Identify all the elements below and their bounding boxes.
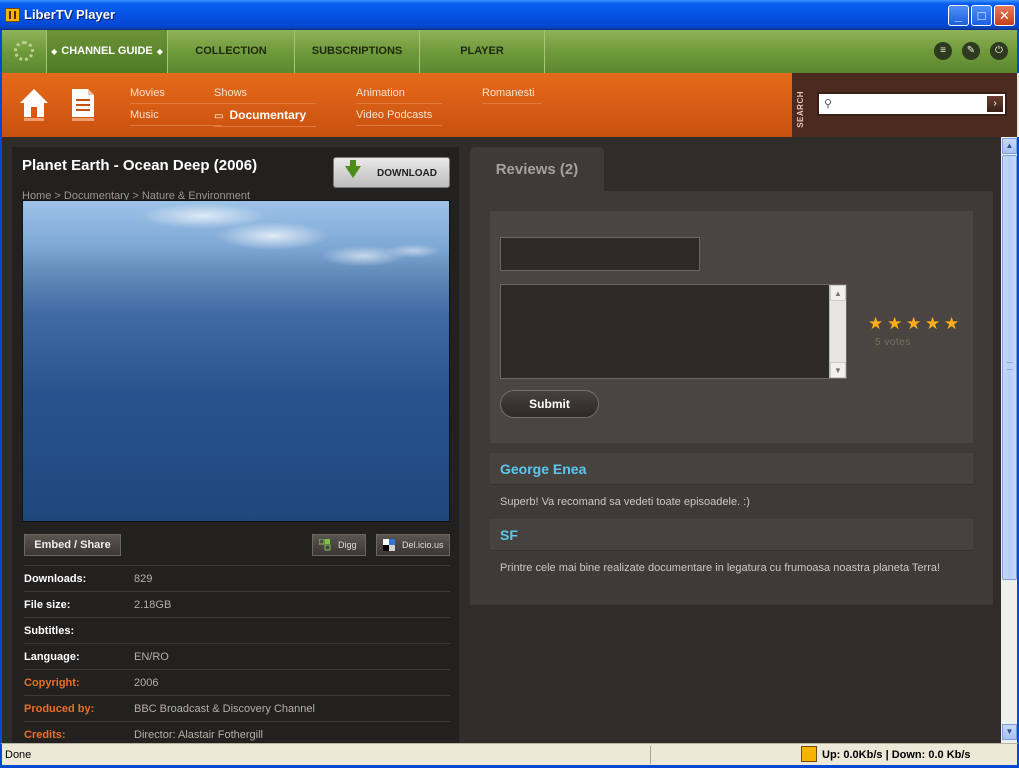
document-icon[interactable]	[70, 87, 96, 121]
scroll-down-icon[interactable]: ▼	[830, 362, 846, 378]
meta-row-subtitles: Subtitles:	[24, 617, 450, 643]
item-thumbnail	[22, 200, 450, 522]
status-bar: Done Up: 0.0Kb/s | Down: 0.0 Kb/s	[0, 743, 1019, 768]
delicious-icon	[383, 539, 395, 551]
maximize-button[interactable]: □	[971, 5, 992, 26]
minimize-button[interactable]: _	[948, 5, 969, 26]
arrow-right-icon: ◆	[156, 47, 163, 56]
review-name-input[interactable]	[500, 237, 700, 271]
category-music[interactable]: Music	[130, 109, 222, 126]
scroll-up-icon[interactable]: ▲	[830, 285, 846, 301]
transfer-rates: Up: 0.0Kb/s | Down: 0.0 Kb/s	[822, 749, 971, 761]
search-area: SEARCH ⚲ ›	[792, 73, 1017, 137]
category-animation[interactable]: Animation	[356, 87, 442, 104]
meta-row-copyright: Copyright: 2006	[24, 669, 450, 695]
scroll-up-icon[interactable]: ▲	[1002, 138, 1017, 154]
review-author-header: SF	[490, 519, 973, 551]
search-input[interactable]	[839, 96, 985, 112]
embed-share-button[interactable]: Embed / Share	[24, 534, 121, 556]
tab-player[interactable]: PLAYER	[420, 30, 545, 73]
category-bar: Movies Music Shows ▭ Documentary Animatio…	[0, 73, 792, 137]
loading-spinner-icon	[14, 41, 34, 61]
rating-stars[interactable]: ★ ★ ★ ★ ★	[868, 315, 964, 333]
page-scrollbar[interactable]: ▲ ▼	[1001, 137, 1019, 743]
window-title-bar[interactable]: LiberTV Player _ □ ✕	[0, 0, 1019, 30]
review-text: Printre cele mai bine realizate document…	[500, 562, 941, 574]
power-icon[interactable]: ⏻	[990, 42, 1008, 60]
search-go-button[interactable]: ›	[987, 96, 1003, 112]
star-icon[interactable]: ★	[868, 315, 885, 332]
review-form: ▲ ▼ Submit ★ ★ ★ ★ ★ 5 votes	[490, 211, 973, 443]
tab-collection[interactable]: COLLECTION	[168, 30, 295, 73]
digg-icon	[319, 539, 331, 551]
list-icon[interactable]: ≡	[934, 42, 952, 60]
meta-row-downloads: Downloads: 829	[24, 565, 450, 591]
search-box: ⚲ ›	[817, 92, 1007, 116]
libertv-status-icon	[801, 746, 817, 762]
meta-row-file-size: File size: 2.18GB	[24, 591, 450, 617]
wrench-icon[interactable]: ✎	[962, 42, 980, 60]
home-icon[interactable]	[18, 87, 50, 121]
meta-row-language: Language: EN/RO	[24, 643, 450, 669]
review-author-header: George Enea	[490, 453, 973, 485]
reviews-panel: Reviews (2) ▲ ▼ Submit ★ ★ ★ ★ ★ 5 votes…	[470, 147, 993, 605]
review-author[interactable]: SF	[500, 527, 518, 543]
tab-reviews[interactable]: Reviews (2)	[470, 147, 604, 191]
category-romanesti[interactable]: Romanesti	[482, 87, 542, 104]
download-button[interactable]: DOWNLOAD	[333, 157, 450, 188]
search-label: SEARCH	[796, 91, 805, 128]
app-icon	[5, 8, 20, 22]
star-icon[interactable]: ★	[925, 315, 942, 332]
textarea-scrollbar[interactable]: ▲ ▼	[829, 285, 846, 378]
main-content: Planet Earth - Ocean Deep (2006) Home > …	[0, 137, 1001, 743]
reviews-body: ▲ ▼ Submit ★ ★ ★ ★ ★ 5 votes George Enea…	[470, 191, 993, 605]
review-text: Superb! Va recomand sa vedeti toate epis…	[500, 496, 750, 508]
window-title: LiberTV Player	[24, 7, 116, 22]
scrollbar-thumb[interactable]	[1002, 155, 1017, 580]
category-movies[interactable]: Movies	[130, 87, 222, 104]
meta-row-produced-by: Produced by: BBC Broadcast & Discovery C…	[24, 695, 450, 721]
review-comment-textarea[interactable]: ▲ ▼	[500, 284, 847, 379]
tab-channel-guide[interactable]: ◆ CHANNEL GUIDE ◆	[46, 30, 168, 73]
tv-icon: ▭	[214, 111, 224, 122]
item-detail-panel: Planet Earth - Ocean Deep (2006) Home > …	[12, 147, 459, 743]
status-text: Done	[5, 749, 32, 761]
category-video-podcasts[interactable]: Video Podcasts	[356, 109, 442, 126]
main-nav: ◆ CHANNEL GUIDE ◆ COLLECTION SUBSCRIPTIONS…	[0, 30, 1019, 73]
votes-count: 5 votes	[875, 337, 911, 348]
item-title: Planet Earth - Ocean Deep (2006)	[22, 157, 258, 174]
tab-subscriptions[interactable]: SUBSCRIPTIONS	[295, 30, 420, 73]
review-author[interactable]: George Enea	[500, 461, 586, 477]
category-documentary[interactable]: ▭ Documentary	[214, 108, 316, 127]
submit-button[interactable]: Submit	[500, 390, 599, 418]
search-icon: ⚲	[824, 98, 833, 110]
category-shows[interactable]: Shows	[214, 87, 316, 104]
delicious-button[interactable]: Del.icio.us	[376, 534, 450, 556]
arrow-left-icon: ◆	[51, 47, 58, 56]
digg-button[interactable]: Digg	[312, 534, 366, 556]
star-icon[interactable]: ★	[887, 315, 904, 332]
star-icon[interactable]: ★	[906, 315, 923, 332]
close-button[interactable]: ✕	[994, 5, 1015, 26]
scroll-down-icon[interactable]: ▼	[1002, 724, 1017, 740]
star-icon[interactable]: ★	[944, 315, 961, 332]
